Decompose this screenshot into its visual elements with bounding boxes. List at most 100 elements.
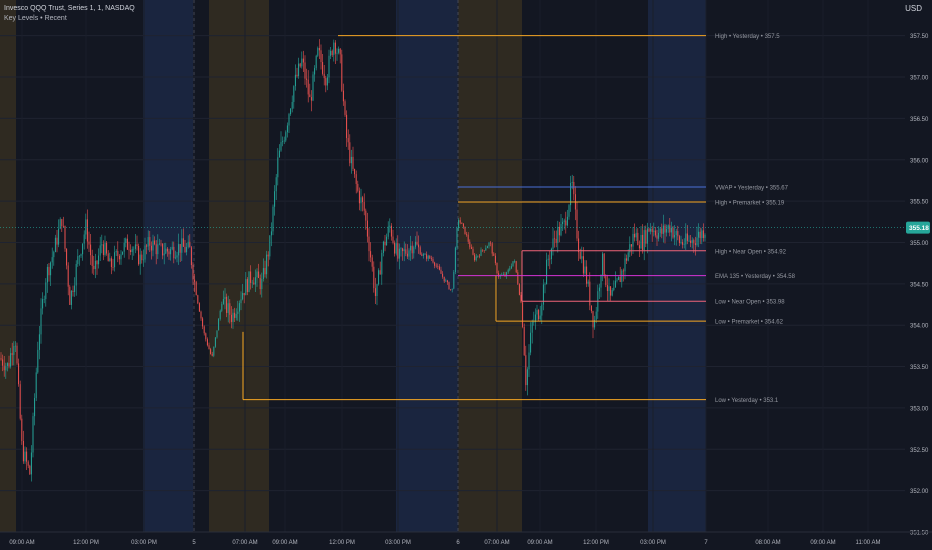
candle-body — [650, 228, 652, 232]
candle-body — [269, 235, 271, 257]
candle — [19, 380, 21, 421]
candle-body — [589, 281, 591, 306]
price-chart[interactable]: High • Yesterday • 357.5 VWAP • Yesterday… — [0, 0, 932, 550]
candle-body — [110, 258, 112, 268]
candle-body — [603, 253, 605, 277]
candle — [602, 251, 604, 282]
candle-body — [138, 245, 140, 265]
candle — [603, 252, 605, 279]
candle — [560, 213, 562, 237]
currency-label[interactable]: USD — [905, 4, 922, 13]
candle-body — [115, 251, 117, 253]
candle-body — [179, 244, 181, 253]
candle-body — [234, 312, 236, 318]
candle-body — [523, 326, 525, 356]
time-tick: 09:00 AM — [272, 540, 297, 546]
candle — [587, 279, 589, 287]
key-level-label: High • Near Open • 354.92 — [715, 249, 787, 255]
candle — [309, 83, 311, 98]
candle-body — [267, 254, 269, 257]
candle-body — [349, 142, 351, 164]
candle-body — [581, 256, 583, 259]
candle-body — [93, 265, 95, 270]
candle-body — [498, 273, 500, 277]
candle-body — [70, 290, 72, 305]
candle-body — [10, 353, 12, 367]
candle-body — [418, 244, 420, 248]
indicator-title[interactable]: Key Levels • Recent — [4, 15, 67, 22]
candle — [42, 292, 44, 315]
candle — [134, 234, 136, 254]
candle-body — [525, 355, 527, 386]
candle-body — [328, 55, 330, 78]
candle-body — [621, 270, 623, 283]
candle-body — [230, 314, 232, 322]
candle-body — [83, 234, 85, 244]
candle — [34, 393, 36, 426]
candle-body — [438, 266, 440, 270]
candle-body — [219, 310, 221, 319]
symbol-title[interactable]: Invesco QQQ Trust, Series 1, 1, NASDAQ — [4, 5, 135, 12]
candle-body — [494, 255, 496, 264]
candle — [277, 148, 279, 186]
candle — [286, 122, 288, 138]
candle — [634, 223, 636, 242]
candle-body — [368, 236, 370, 252]
candle-body — [302, 58, 304, 63]
candle — [269, 235, 271, 260]
candle-body — [699, 231, 701, 239]
candle-body — [379, 270, 381, 275]
candle — [62, 216, 64, 228]
candle-body — [546, 259, 548, 285]
candle-body — [592, 311, 594, 328]
candle-body — [688, 240, 690, 242]
candle-body — [240, 299, 242, 304]
time-tick: 09:00 AM — [9, 540, 34, 546]
candle-body — [509, 268, 511, 270]
candle-body — [62, 226, 64, 227]
candle-body — [702, 230, 704, 238]
candle — [342, 83, 344, 106]
candle — [93, 255, 95, 276]
price-tick: 355.00 — [910, 241, 929, 247]
candle-body — [667, 225, 669, 229]
candle — [274, 185, 276, 216]
price-tick: 356.50 — [910, 117, 929, 123]
candle-body — [186, 246, 188, 253]
candle-body — [669, 225, 671, 233]
candle-body — [16, 345, 18, 364]
candle-body — [242, 293, 244, 300]
candle-body — [474, 254, 476, 261]
candle-body — [334, 42, 336, 54]
candle — [83, 230, 85, 250]
candle-body — [704, 234, 706, 238]
candle — [570, 175, 572, 212]
candle-body — [475, 256, 477, 261]
candle-body — [654, 230, 656, 236]
candle — [75, 260, 77, 296]
candle-body — [538, 310, 540, 320]
candle — [536, 304, 538, 321]
candle-body — [6, 363, 8, 366]
candle — [110, 256, 112, 275]
candle — [642, 224, 644, 254]
candle-body — [653, 230, 655, 232]
candle-body — [579, 252, 581, 259]
candle-body — [386, 236, 388, 246]
candle — [69, 284, 71, 305]
candle-body — [165, 248, 167, 254]
candle — [382, 240, 384, 257]
candle-body — [576, 209, 578, 239]
candle-body — [107, 253, 109, 262]
candle — [568, 203, 570, 220]
candle-body — [243, 293, 245, 296]
candle — [350, 149, 352, 174]
candle — [563, 218, 565, 230]
candle — [552, 227, 554, 256]
key-level-label: High • Yesterday • 357.5 — [715, 34, 780, 40]
candle-body — [539, 315, 541, 320]
candle — [136, 235, 138, 251]
candle-body — [101, 244, 103, 246]
time-tick: 03:00 PM — [640, 540, 666, 546]
candle — [26, 447, 28, 470]
